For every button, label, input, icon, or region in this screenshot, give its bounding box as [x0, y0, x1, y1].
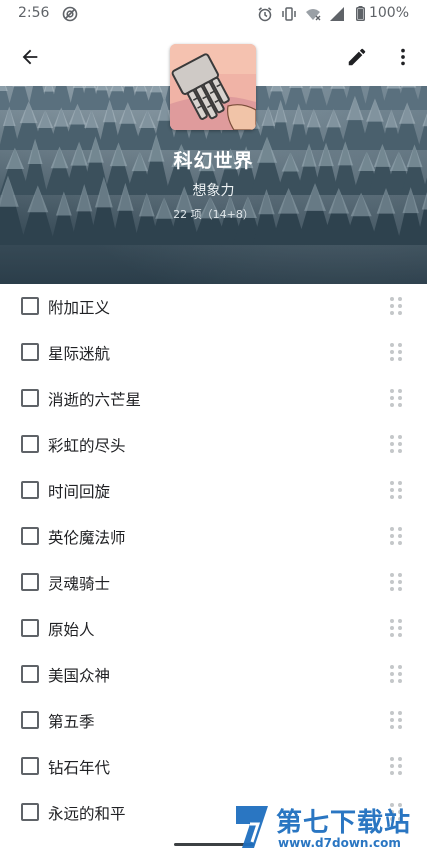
drag-handle-icon[interactable]: [389, 342, 403, 362]
item-label[interactable]: 英伦魔法师: [48, 526, 126, 548]
item-label[interactable]: 时间回旋: [48, 480, 110, 502]
hotspot-icon: [62, 6, 78, 22]
drag-handle-icon[interactable]: [389, 664, 403, 684]
drag-handle-icon[interactable]: [389, 480, 403, 500]
drag-handle-icon[interactable]: [389, 710, 403, 730]
battery-icon: [355, 5, 365, 21]
arrow-back-icon: [22, 49, 38, 65]
item-label[interactable]: 灵魂骑士: [48, 572, 110, 594]
list-subtitle: 想象力: [192, 183, 235, 199]
list-item-count: 22 项（14+8）: [173, 208, 254, 221]
item-checkbox[interactable]: [21, 619, 39, 637]
more-options-button[interactable]: [383, 37, 423, 77]
checklist-item: 美国众神: [0, 652, 427, 698]
item-checkbox[interactable]: [21, 757, 39, 775]
item-checkbox[interactable]: [21, 711, 39, 729]
item-checkbox[interactable]: [21, 389, 39, 407]
signal-icon: [330, 7, 344, 21]
item-checkbox[interactable]: [21, 481, 39, 499]
more-vert-icon: [401, 48, 405, 66]
vibrate-icon: [282, 7, 296, 21]
app-screen: 2:56 100% 科幻世界 想象力 22 项（14+8） 附加正义 星际迷航 …: [0, 0, 427, 854]
drag-handle-icon[interactable]: [389, 388, 403, 408]
item-label[interactable]: 附加正义: [48, 296, 110, 318]
item-label[interactable]: 彩虹的尽头: [48, 434, 126, 456]
item-label[interactable]: 美国众神: [48, 664, 110, 686]
item-checkbox[interactable]: [21, 803, 39, 821]
list-title: 科幻世界: [173, 150, 254, 172]
item-checkbox[interactable]: [21, 573, 39, 591]
edit-button[interactable]: [337, 37, 377, 77]
drag-handle-icon[interactable]: [389, 296, 403, 316]
status-bar: 2:56 100%: [0, 0, 427, 28]
item-checkbox[interactable]: [21, 297, 39, 315]
back-button[interactable]: [10, 37, 50, 77]
checklist-item: 彩虹的尽头: [0, 422, 427, 468]
battery-percent: 100%: [368, 5, 409, 21]
checklist-item: 消逝的六芒星: [0, 376, 427, 422]
robot-hand-artwork: [170, 44, 256, 130]
checklist: 附加正义 星际迷航 消逝的六芒星 彩虹的尽头 时间回旋 英伦魔法师 灵魂骑士 原…: [0, 284, 427, 836]
item-checkbox[interactable]: [21, 343, 39, 361]
drag-handle-icon[interactable]: [389, 434, 403, 454]
checklist-item: 附加正义: [0, 284, 427, 330]
drag-handle-icon[interactable]: [389, 618, 403, 638]
checklist-item: 钻石年代: [0, 744, 427, 790]
status-time: 2:56: [18, 5, 50, 21]
item-label[interactable]: 钻石年代: [48, 756, 110, 778]
watermark-text: 第七下载站: [276, 808, 412, 838]
checklist-item: 第五季: [0, 698, 427, 744]
item-label[interactable]: 第五季: [48, 710, 95, 732]
drag-handle-icon[interactable]: [389, 526, 403, 546]
item-checkbox[interactable]: [21, 665, 39, 683]
checklist-item: 灵魂骑士: [0, 560, 427, 606]
drag-handle-icon[interactable]: [389, 756, 403, 776]
drag-handle-icon[interactable]: [389, 572, 403, 592]
wifi-icon: [306, 9, 321, 21]
list-cover-image[interactable]: [170, 44, 256, 130]
checklist-item: 原始人: [0, 606, 427, 652]
pencil-icon: [348, 48, 366, 66]
checklist-item: 星际迷航: [0, 330, 427, 376]
watermark-logo-icon: [236, 806, 268, 848]
item-label[interactable]: 消逝的六芒星: [48, 388, 141, 410]
item-label[interactable]: 永远的和平: [48, 802, 126, 824]
alarm-icon: [258, 7, 272, 22]
status-icons: [257, 6, 345, 22]
checklist-item: 时间回旋: [0, 468, 427, 514]
item-label[interactable]: 原始人: [48, 618, 95, 640]
item-checkbox[interactable]: [21, 527, 39, 545]
watermark: 第七下载站 www.d7down.com: [232, 800, 422, 854]
battery-status: 100%: [355, 5, 409, 21]
watermark-url: www.d7down.com: [278, 836, 401, 850]
checklist-item: 英伦魔法师: [0, 514, 427, 560]
item-label[interactable]: 星际迷航: [48, 342, 110, 364]
item-checkbox[interactable]: [21, 435, 39, 453]
